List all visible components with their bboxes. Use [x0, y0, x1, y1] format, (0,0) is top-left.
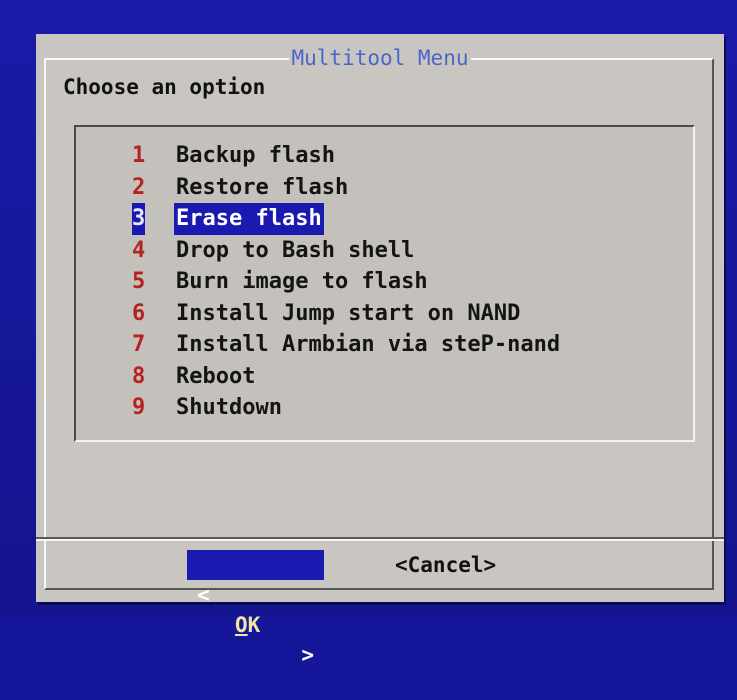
dialog-title-text: Multitool Menu: [289, 46, 471, 70]
terminal-screen: Multitool Menu Choose an option 1 Backup …: [0, 0, 737, 667]
ok-right-bracket: >: [301, 643, 314, 667]
menu-item-label: Burn image to flash: [176, 269, 428, 294]
menu-item-tag: 1: [132, 143, 146, 168]
menu-item-9[interactable]: 9 Shutdown: [132, 392, 560, 424]
menu-item-label: Reboot: [176, 363, 256, 389]
menu-item-3[interactable]: 3 Erase flash: [132, 203, 560, 235]
ok-button-label: OK: [235, 613, 261, 637]
menu-item-tag: 5: [132, 269, 146, 294]
dialog-prompt: Choose an option: [63, 75, 266, 99]
menu-item-tag: 2: [132, 174, 146, 200]
menu-item-tag: 7: [132, 332, 146, 357]
menu-item-2[interactable]: 2 Restore flash: [132, 172, 560, 204]
menu-item-label: Backup flash: [176, 143, 335, 168]
menu-item-tag: 9: [132, 395, 146, 420]
menu-item-label: Drop to Bash shell: [176, 237, 415, 263]
menu-item-4[interactable]: 4 Drop to Bash shell: [132, 235, 560, 267]
menu-items: 1 Backup flash 2 Restore flash 3 Erase flas…: [132, 140, 560, 424]
menu-item-label: Restore flash: [176, 174, 349, 200]
menu-item-6[interactable]: 6 Install Jump start on NAND: [132, 298, 560, 330]
menu-item-tag: 3: [132, 203, 145, 235]
menu-item-tag: 8: [132, 363, 146, 389]
menu-item-tag: 6: [132, 300, 146, 326]
menu-item-label: Erase flash: [174, 203, 324, 235]
menu-list: 1 Backup flash 2 Restore flash 3 Erase flas…: [74, 125, 695, 442]
menu-item-label: Install Armbian via steP-nand: [176, 332, 561, 357]
menu-item-7[interactable]: 7 Install Armbian via steP-nand: [132, 329, 560, 361]
menu-item-8[interactable]: 8 Reboot: [132, 361, 560, 393]
menu-item-5[interactable]: 5 Burn image to flash: [132, 266, 560, 298]
menu-item-1[interactable]: 1 Backup flash: [132, 140, 560, 172]
menu-item-tag: 4: [132, 237, 146, 263]
ok-button[interactable]: < OK >: [187, 550, 324, 667]
menu-item-label: Install Jump start on NAND: [176, 300, 521, 326]
button-separator: [36, 537, 724, 541]
dialog-title: Multitool Menu: [36, 45, 724, 71]
cancel-button[interactable]: <Cancel>: [395, 550, 496, 580]
menu-item-label: Shutdown: [176, 395, 282, 420]
menu-dialog: Multitool Menu Choose an option 1 Backup …: [36, 34, 724, 667]
ok-left-bracket: <: [197, 583, 210, 607]
